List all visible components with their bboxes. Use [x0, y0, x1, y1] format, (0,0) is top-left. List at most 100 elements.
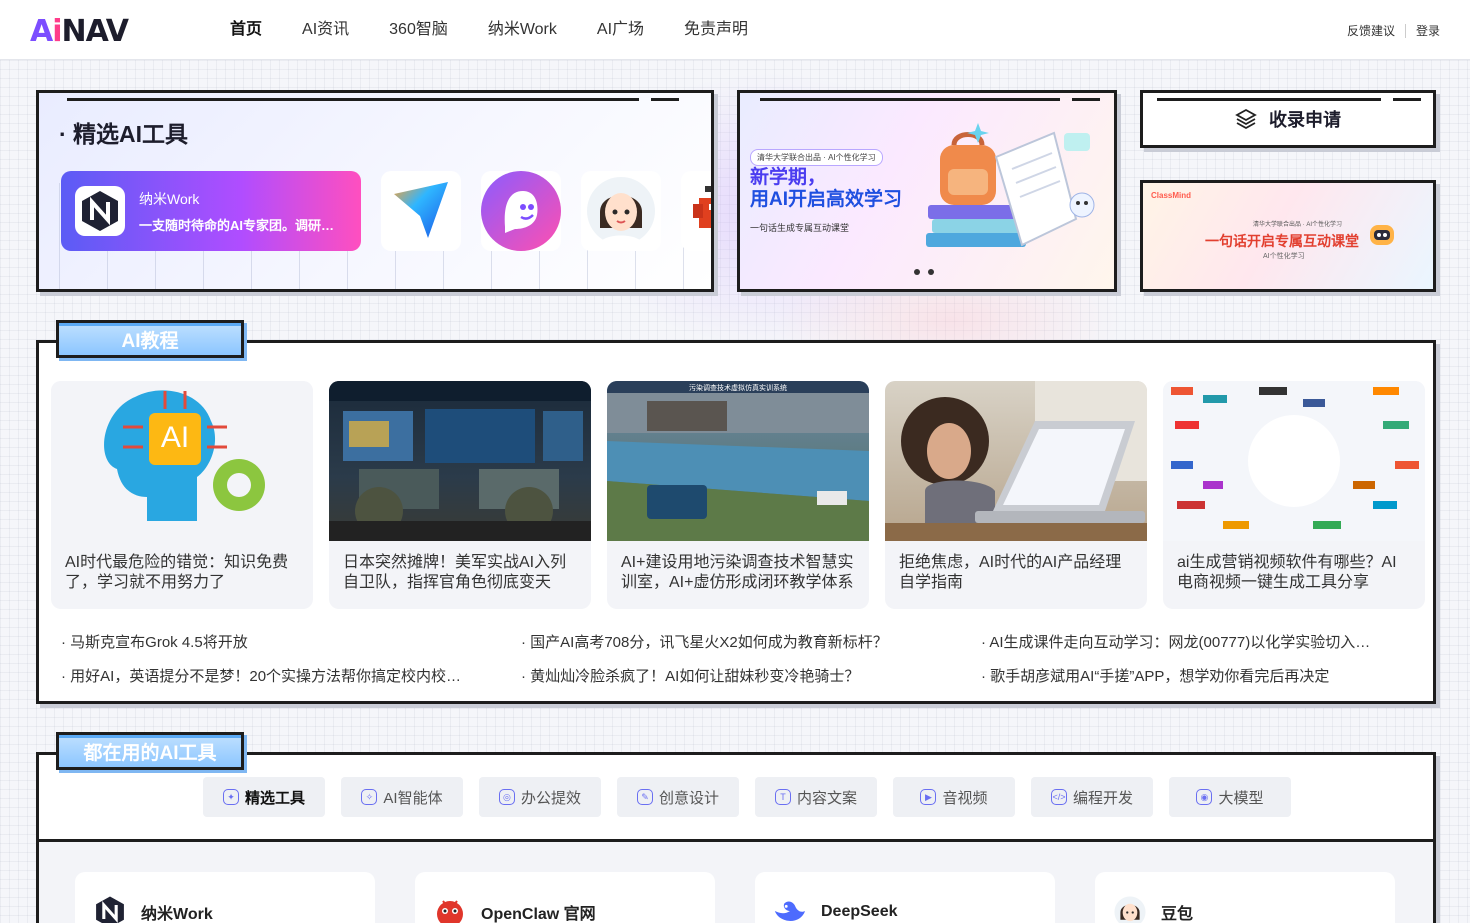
article-card[interactable]: 拒绝焦虑，AI时代的AI产品经理自学指南 [885, 381, 1147, 609]
tool-grid: 纳米Work OpenClaw 官网 DeepSeek 豆包 [39, 839, 1433, 923]
tool-name: 豆包 [1161, 906, 1194, 923]
tool-name: DeepSeek [821, 903, 898, 920]
model-icon: ◉ [1196, 789, 1213, 805]
news-link[interactable]: 用好AI，英语提分不是梦！20个实操方法帮你搞定校内校… [61, 665, 501, 686]
tab-office[interactable]: ◎ 办公提效 [479, 777, 601, 817]
article-card[interactable]: AI AI时代最危险的错觉：知识免费了，学习就不用努力了 [51, 381, 313, 609]
section-tag-tutorials: AI教程 [56, 320, 244, 358]
article-card[interactable]: 日本突然摊牌！美军实战AI入列自卫队，指挥官角色彻底变天 [329, 381, 591, 609]
banner-subtitle: 一句话生成专属互动课堂 [750, 223, 850, 233]
tool-name: 纳米Work [141, 906, 213, 923]
tab-label: 精选工具 [244, 789, 305, 807]
tutorials-panel: AI AI时代最危险的错觉：知识免费了，学习就不用努力了 日本突然摊牌！美军实战… [36, 340, 1436, 704]
avatar-app-icon[interactable] [581, 171, 661, 251]
decorative-line [67, 98, 639, 101]
promo-banner[interactable]: 清华大学联合出品 · AI个性化学习 新学期， 用AI开启高效学习 一句话生成专… [737, 90, 1117, 292]
featured-tool-name: 纳米Work [139, 190, 200, 207]
thumbnail-caption: 污染调查技术虚拟仿真实训系统 [689, 383, 787, 392]
featured-title: · 精选AI工具 [59, 121, 189, 147]
featured-tool-desc: 一支随时待命的AI专家团。调研… [139, 217, 335, 233]
star-icon: ✦ [222, 789, 239, 805]
laptop-user-thumbnail [885, 381, 1147, 541]
nami-work-icon [93, 895, 127, 923]
submit-tool-button[interactable]: 收录申请 [1140, 90, 1436, 148]
tab-media[interactable]: ▶ 音视频 [893, 777, 1015, 817]
carousel-dot[interactable] [914, 269, 920, 275]
banner-title-line1: 新学期， [750, 167, 827, 188]
top-navigation: AiNAV 首页 AI资讯 360智脑 纳米Work AI广场 免责声明 反馈建… [0, 0, 1470, 60]
military-thumbnail [329, 381, 591, 541]
nami-work-icon [75, 186, 125, 236]
code-icon: </> [1050, 789, 1067, 805]
lobster-app-icon[interactable] [681, 171, 711, 251]
decorative-line [1072, 98, 1100, 101]
ghost-app-icon[interactable] [481, 171, 561, 251]
carousel-dots[interactable] [914, 269, 934, 275]
logo[interactable]: AiNAV [30, 14, 130, 49]
tab-label: 音视频 [942, 789, 988, 807]
tool-card[interactable]: 豆包 [1095, 872, 1395, 923]
article-title: AI时代最危险的错觉：知识免费了，学习就不用努力了 [65, 554, 289, 591]
news-link[interactable]: 国产AI高考708分，讯飞星火X2如何成为教育新标杆？ [521, 631, 961, 652]
article-title: ai生成营销视频软件有哪些？AI电商视频一键生成工具分享 [1177, 554, 1397, 591]
robot-icon [1370, 225, 1394, 245]
article-card[interactable]: 污染调查技术虚拟仿真实训系统 AI+建设用地污染调查技术智慧实训室，AI+虚仿形… [607, 381, 869, 609]
article-title: AI+建设用地污染调查技术智慧实训室，AI+虚仿形成闭环教学体系 [621, 554, 854, 591]
nav-link-disclaimer[interactable]: 免责声明 [664, 0, 768, 60]
nav-link-ai-plaza[interactable]: AI广场 [577, 0, 664, 60]
tool-card[interactable]: OpenClaw 官网 [415, 872, 715, 923]
banner-title: 新学期， 用AI开启高效学习 [750, 167, 902, 211]
nav-link-home[interactable]: 首页 [210, 0, 282, 60]
tab-design[interactable]: ✎ 创意设计 [617, 777, 739, 817]
featured-tool-card[interactable]: 纳米Work 一支随时待命的AI专家团。调研… [61, 171, 361, 251]
logo-letter-i: i [52, 14, 62, 49]
tab-featured[interactable]: ✦ 精选工具 [203, 777, 325, 817]
study-illustration [926, 123, 1095, 247]
nav-link-360[interactable]: 360智脑 [369, 0, 468, 60]
tool-card[interactable]: 纳米Work [75, 872, 375, 923]
tab-copywriting[interactable]: T 内容文案 [755, 777, 877, 817]
news-link[interactable]: 黄灿灿冷脸杀疯了！AI如何让甜妹秒变冷艳骑士？ [521, 665, 961, 686]
section-tag-common-tools: 都在用的AI工具 [56, 732, 244, 770]
banner-title-line2: 用AI开启高效学习 [750, 189, 903, 210]
common-tools-panel: ✦ 精选工具 ✧ AI智能体 ◎ 办公提效 ✎ 创意设计 T 内容文案 ▶ 音视频 </> 编… [36, 752, 1436, 923]
nav-link-nami-work[interactable]: 纳米Work [468, 0, 577, 60]
classmind-tagline: 清华大学联合出品 · AI个性化学习 [1253, 222, 1343, 228]
article-title: 拒绝焦虑，AI时代的AI产品经理自学指南 [899, 554, 1122, 591]
decorative-line [1157, 98, 1381, 101]
article-title: 日本突然摊牌！美军实战AI入列自卫队，指挥官角色彻底变天 [343, 554, 567, 591]
layers-icon [1235, 108, 1257, 130]
news-link[interactable]: AI生成课件走向互动学习：网龙(00777)以化学实验切入… [981, 631, 1421, 652]
openclaw-icon [433, 895, 467, 923]
classmind-ad[interactable]: ClassMind 清华大学联合出品 · AI个性化学习 一句话开启专属互动课堂… [1140, 180, 1436, 292]
classmind-subtitle: AI个性化学习 [1263, 253, 1305, 260]
design-icon: ✎ [636, 789, 653, 805]
tool-card[interactable]: DeepSeek [755, 872, 1055, 923]
deepseek-whale-icon [773, 895, 807, 923]
arrow-app-icon[interactable] [381, 171, 461, 251]
decorative-line [651, 98, 679, 101]
agent-icon: ✧ [361, 789, 378, 805]
tab-coding[interactable]: </> 编程开发 [1031, 777, 1153, 817]
news-link[interactable]: 歌手胡彦斌用AI“手搓”APP，想学劝你看完后再决定 [981, 665, 1421, 686]
pollution-survey-thumbnail: 污染调查技术虚拟仿真实训系统 [607, 381, 869, 541]
tab-agents[interactable]: ✧ AI智能体 [341, 777, 463, 817]
tab-label: 创意设计 [658, 789, 719, 807]
tab-llm[interactable]: ◉ 大模型 [1169, 777, 1291, 817]
feedback-link[interactable]: 反馈建议 [1347, 22, 1395, 39]
decorative-line [1393, 98, 1421, 101]
article-card[interactable]: ai生成营销视频软件有哪些？AI电商视频一键生成工具分享 [1163, 381, 1425, 609]
news-link[interactable]: 马斯克宣布Grok 4.5将开放 [61, 631, 501, 652]
login-link[interactable]: 登录 [1416, 22, 1440, 39]
nav-link-ai-news[interactable]: AI资讯 [282, 0, 369, 60]
category-tabs: ✦ 精选工具 ✧ AI智能体 ◎ 办公提效 ✎ 创意设计 T 内容文案 ▶ 音视频 </> 编… [203, 777, 1291, 817]
main-nav: 首页 AI资讯 360智脑 纳米Work AI广场 免责声明 [210, 0, 768, 60]
office-icon: ◎ [498, 789, 515, 805]
tab-label: 大模型 [1218, 789, 1264, 807]
tab-label: 编程开发 [1072, 789, 1133, 807]
top-right-links: 反馈建议 登录 [1347, 22, 1440, 39]
logo-cloud-thumbnail [1163, 381, 1425, 541]
logo-text-nav: NAV [61, 14, 130, 49]
carousel-dot[interactable] [928, 269, 934, 275]
doubao-avatar-icon [1113, 895, 1147, 923]
